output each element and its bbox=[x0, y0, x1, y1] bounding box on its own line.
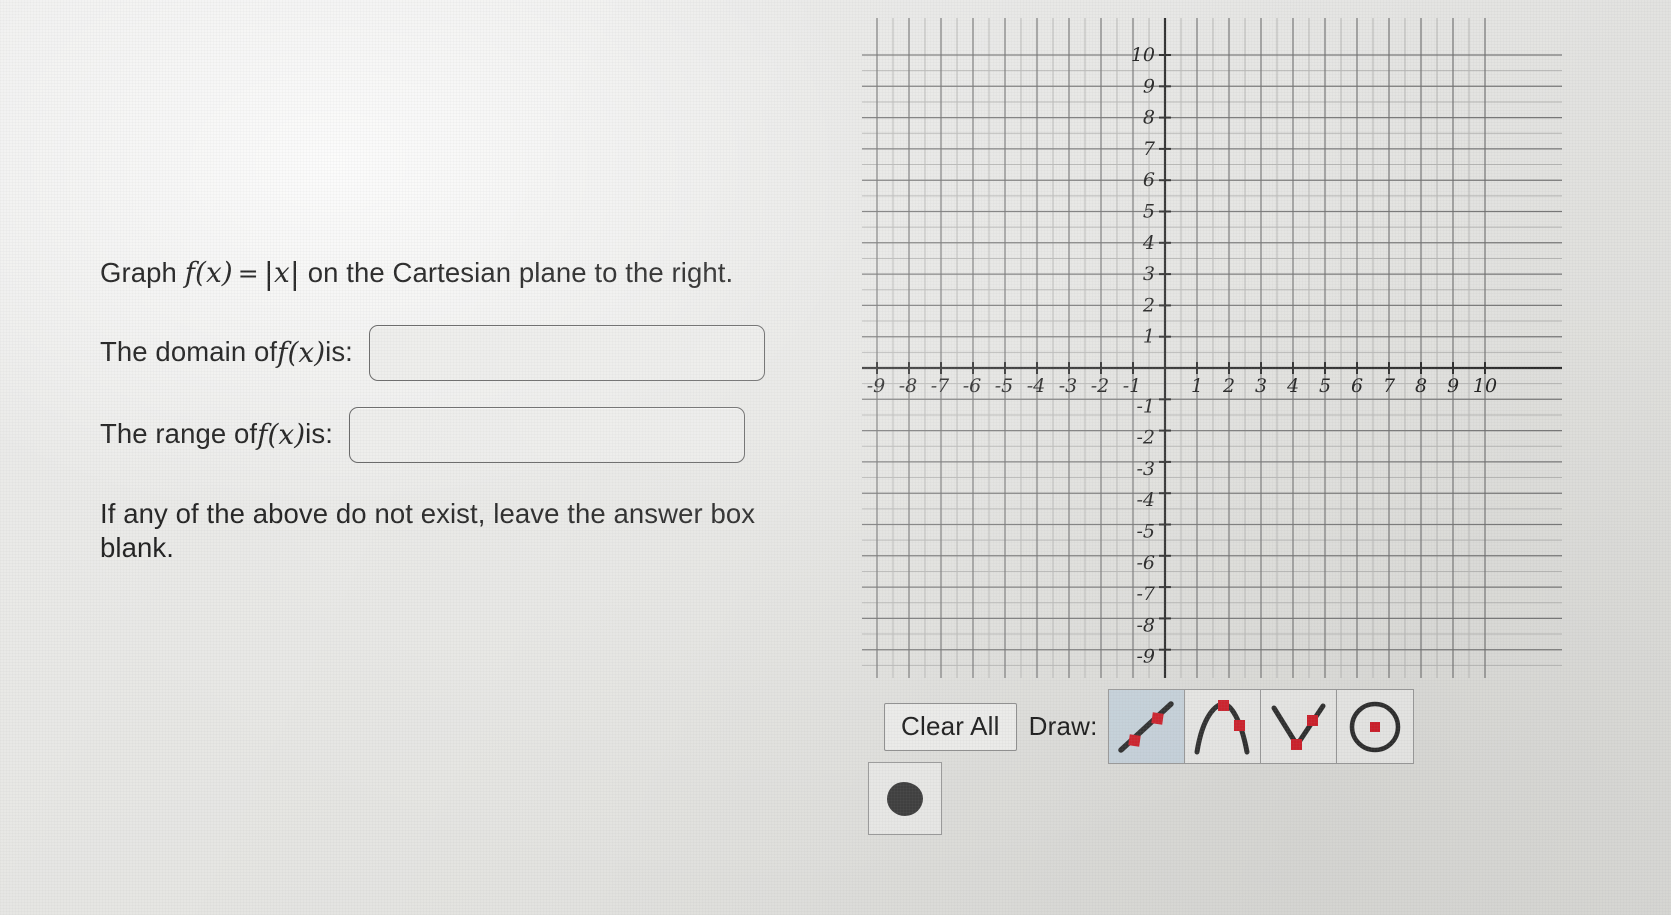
x-tick-label: 1 bbox=[1191, 375, 1203, 397]
x-tick-label: 5 bbox=[1319, 375, 1331, 397]
x-tick-label: -8 bbox=[899, 375, 918, 397]
x-tick-label: 10 bbox=[1473, 375, 1497, 397]
draw-tool-strip bbox=[1107, 689, 1414, 764]
domain-row: The domain of f(x) is: bbox=[100, 324, 860, 381]
abs-bar-open: | bbox=[263, 257, 274, 292]
x-tick-label: 3 bbox=[1255, 375, 1267, 397]
problem-panel: Graph f(x) = |x| on the Cartesian plane to… bbox=[100, 255, 860, 565]
problem-prompt: Graph f(x) = |x| on the Cartesian plane to… bbox=[100, 255, 860, 294]
y-tick-label: -1 bbox=[1136, 395, 1155, 417]
x-tick-label: -5 bbox=[995, 375, 1014, 397]
y-tick-label: 6 bbox=[1143, 169, 1155, 191]
circle-tool-button[interactable] bbox=[1336, 690, 1413, 763]
x-tick-label: -7 bbox=[931, 375, 950, 397]
x-tick-label: -1 bbox=[1123, 375, 1142, 397]
x-tick-label: 8 bbox=[1415, 375, 1427, 397]
line-tool-button[interactable] bbox=[1108, 690, 1185, 763]
x-tick-label: -3 bbox=[1059, 375, 1078, 397]
x-tick-label: -4 bbox=[1027, 375, 1046, 397]
note-line-1: If any of the above do not exist, leave … bbox=[100, 497, 756, 529]
abs-bar-close: | bbox=[289, 257, 300, 292]
domain-function: f(x) bbox=[277, 336, 326, 369]
range-row: The range of f(x) is: bbox=[100, 406, 860, 463]
y-tick-label: -6 bbox=[1136, 552, 1155, 574]
y-tick-label: 4 bbox=[1142, 232, 1155, 254]
prompt-prefix: Graph bbox=[100, 257, 185, 288]
y-tick-label: 2 bbox=[1142, 294, 1155, 316]
domain-input[interactable] bbox=[368, 324, 765, 381]
y-tick-label: -10 bbox=[1124, 677, 1155, 678]
x-tick-label: 6 bbox=[1351, 375, 1363, 397]
prompt-equals: = bbox=[237, 259, 259, 288]
point-dot-icon bbox=[887, 781, 923, 816]
range-input[interactable] bbox=[348, 406, 745, 463]
range-prefix: The range of bbox=[100, 418, 258, 450]
line-icon bbox=[1118, 700, 1174, 753]
y-tick-label: 7 bbox=[1143, 138, 1156, 160]
screen-photo: Graph f(x) = |x| on the Cartesian plane to… bbox=[0, 0, 1671, 915]
point-tool-button[interactable] bbox=[868, 762, 942, 835]
v-shape-icon bbox=[1271, 703, 1326, 750]
domain-prefix: The domain of bbox=[100, 336, 278, 368]
graph-toolbar: Clear All Draw: bbox=[884, 689, 1414, 764]
parabola-down-icon bbox=[1194, 699, 1250, 754]
x-tick-label: 4 bbox=[1286, 375, 1299, 397]
y-tick-label: -7 bbox=[1136, 583, 1155, 605]
cartesian-plane[interactable]: -10-9-8-7-6-5-4-3-2-112345678910 1098765… bbox=[862, 18, 1562, 678]
absolute-value-tool-button[interactable] bbox=[1260, 690, 1337, 763]
x-tick-label: 9 bbox=[1447, 375, 1459, 397]
y-tick-label: 9 bbox=[1143, 75, 1155, 97]
circle-icon bbox=[1349, 701, 1400, 752]
graph-svg[interactable]: -10-9-8-7-6-5-4-3-2-112345678910 1098765… bbox=[862, 18, 1562, 678]
y-tick-label: -4 bbox=[1136, 489, 1155, 511]
y-tick-label: -3 bbox=[1136, 458, 1155, 480]
y-tick-label: 8 bbox=[1143, 107, 1155, 129]
prompt-suffix: on the Cartesian plane to the right. bbox=[299, 257, 734, 288]
range-function: f(x) bbox=[257, 418, 306, 451]
note-line-2: blank. bbox=[100, 531, 174, 563]
y-tick-label: 1 bbox=[1143, 326, 1155, 348]
y-tick-label: 10 bbox=[1131, 44, 1155, 66]
y-tick-label: -9 bbox=[1136, 646, 1155, 668]
clear-all-button[interactable]: Clear All bbox=[884, 702, 1017, 751]
x-tick-label: -9 bbox=[867, 375, 886, 397]
y-tick-label: -8 bbox=[1136, 614, 1155, 636]
x-tick-label: -2 bbox=[1091, 375, 1110, 397]
x-tick-label: -6 bbox=[963, 375, 982, 397]
prompt-function: f(x) bbox=[184, 256, 233, 289]
y-tick-label: 5 bbox=[1143, 201, 1155, 223]
prompt-variable: x bbox=[273, 256, 290, 289]
domain-suffix: is: bbox=[325, 336, 353, 368]
x-tick-label: 2 bbox=[1222, 375, 1235, 397]
parabola-down-tool-button[interactable] bbox=[1184, 690, 1261, 763]
draw-label: Draw: bbox=[1028, 711, 1098, 741]
major-gridlines bbox=[862, 18, 1562, 678]
y-axis-tick-labels: 10 9 8 7 6 5 4 3 2 1 -1 -2 -3 -4 -5 -6 -7 -8 -9 -10 bbox=[1124, 44, 1156, 678]
y-tick-label: -2 bbox=[1136, 427, 1155, 449]
y-tick-label: 3 bbox=[1143, 263, 1155, 285]
range-suffix: is: bbox=[305, 418, 333, 450]
y-tick-label: -5 bbox=[1136, 521, 1155, 543]
x-tick-label: 7 bbox=[1383, 375, 1396, 397]
